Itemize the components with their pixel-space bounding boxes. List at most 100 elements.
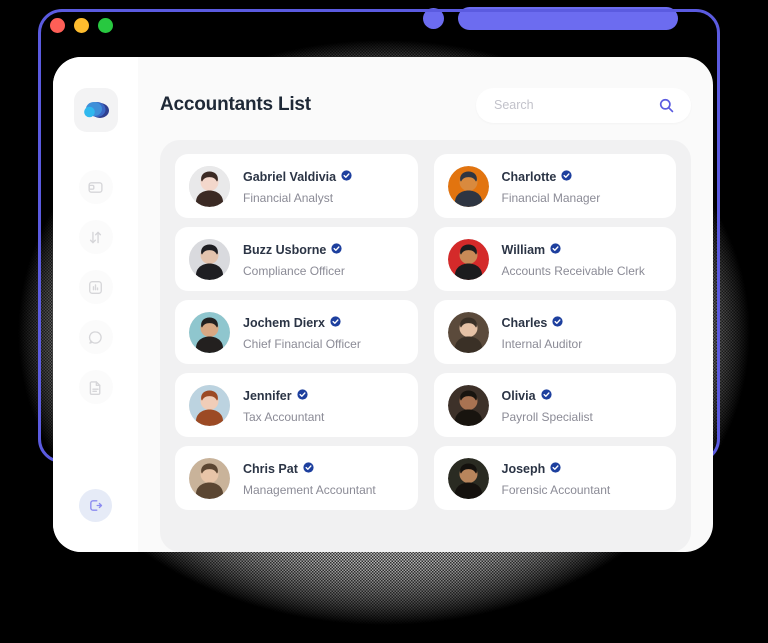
accountant-card[interactable]: Charlotte Financial Manager [433,154,676,218]
verified-badge-icon [550,460,561,478]
accountant-meta: Joseph Forensic Accountant [502,460,611,497]
accountant-card[interactable]: Chris Pat Management Accountant [175,446,418,510]
verified-badge-icon [341,168,352,186]
accountant-name-row: Joseph [502,460,611,478]
logout-button[interactable] [79,489,112,522]
avatar [189,384,230,426]
accountant-role: Payroll Specialist [501,409,593,424]
main-content: Accountants List Gabriel Valdivia Financi… [138,57,713,552]
verified-badge-icon [561,168,572,186]
document-icon [89,380,101,395]
page-topbar: Accountants List [160,85,691,125]
avatar [447,311,489,353]
accountant-meta: Olivia Payroll Specialist [502,387,593,424]
accountants-grid: Gabriel Valdivia Financial Analyst Charlot… [175,154,676,510]
sidebar-item-reports[interactable] [78,270,113,304]
verified-badge-icon [552,314,563,332]
traffic-lights [50,18,113,33]
search-input[interactable] [476,98,641,112]
sidebar-nav [78,170,113,404]
accountant-card[interactable]: Gabriel Valdivia Financial Analyst [175,154,418,218]
accountant-name: Jochem Dierx [243,315,325,330]
chrome-accent-circle [423,8,444,29]
avatar [189,311,230,353]
accountant-name-row: Charles [502,314,583,332]
avatar [447,238,489,280]
accountant-name: Gabriel Valdivia [243,169,337,184]
accountant-card[interactable]: Buzz Usborne Compliance Officer [175,227,418,291]
accountant-meta: Buzz Usborne Compliance Officer [243,241,345,278]
verified-badge-icon [330,314,341,332]
accountant-role: Chief Financial Officer [243,336,361,351]
cloud-logo [73,88,118,132]
accountant-meta: Gabriel Valdivia Financial Analyst [243,168,352,205]
accountant-meta: Jennifer Tax Accountant [243,387,324,424]
accountant-name: Buzz Usborne [243,242,327,257]
accountant-role: Financial Analyst [243,190,334,205]
accountant-name: William [501,242,546,257]
accountant-role: Financial Manager [501,190,601,205]
sidebar [53,57,138,552]
accountant-card[interactable]: Olivia Payroll Specialist [433,373,676,437]
accountant-name: Chris Pat [243,461,298,476]
wallet-icon [88,181,103,193]
avatar [189,457,230,499]
avatar [447,165,489,207]
minimize-window-button[interactable] [74,18,89,33]
logout-icon [90,500,103,511]
accountant-role: Forensic Accountant [501,482,611,497]
accountant-name-row: Jennifer [243,387,324,405]
accountant-name-row: Chris Pat [243,460,376,478]
chart-icon [89,280,102,294]
accountant-role: Accounts Receivable Clerk [501,263,645,278]
accountant-name-row: Jochem Dierx [243,314,361,332]
screenshot-stage: Accountants List Gabriel Valdivia Financi… [0,0,768,643]
accountant-name-row: Gabriel Valdivia [243,168,352,186]
verified-badge-icon [297,387,308,405]
accountant-role: Compliance Officer [243,263,345,278]
search-icon[interactable] [658,97,675,119]
sidebar-item-messages[interactable] [78,320,113,354]
accountant-role: Management Accountant [243,482,376,497]
accountant-name-row: William [502,241,645,259]
accountant-card[interactable]: Jochem Dierx Chief Financial Officer [175,300,418,364]
app-window: Accountants List Gabriel Valdivia Financi… [53,57,713,552]
verified-badge-icon [303,460,314,478]
accountant-meta: Charles Internal Auditor [502,314,583,351]
accountants-panel: Gabriel Valdivia Financial Analyst Charlot… [160,140,691,552]
avatar [189,165,230,207]
verified-badge-icon [550,241,561,259]
accountant-name: Charles [501,315,548,330]
accountant-name: Jennifer [243,388,292,403]
transfer-icon [89,231,102,243]
accountant-name-row: Charlotte [502,168,601,186]
page-title: Accountants List [160,94,311,115]
verified-badge-icon [540,387,552,405]
accountant-role: Tax Accountant [243,409,325,424]
close-window-button[interactable] [50,18,65,33]
accountant-meta: Jochem Dierx Chief Financial Officer [243,314,361,351]
sidebar-item-wallet[interactable] [78,170,113,204]
accountant-meta: William Accounts Receivable Clerk [502,241,645,278]
accountant-name-row: Buzz Usborne [243,241,345,259]
accountant-name: Joseph [501,461,546,476]
accountant-meta: Chris Pat Management Accountant [243,460,376,497]
avatar [447,384,489,426]
accountant-card[interactable]: Joseph Forensic Accountant [433,446,676,510]
avatar [189,238,230,280]
verified-badge-icon [331,241,342,259]
chat-icon [88,330,102,344]
search-box[interactable] [476,87,691,123]
chrome-accent-pill [458,7,678,30]
accountant-card[interactable]: Jennifer Tax Accountant [175,373,418,437]
sidebar-item-documents[interactable] [78,370,113,404]
accountant-name: Charlotte [501,169,557,184]
accountant-meta: Charlotte Financial Manager [502,168,601,205]
maximize-window-button[interactable] [98,18,113,33]
accountant-name: Olivia [501,388,536,403]
accountant-name-row: Olivia [502,387,593,405]
accountant-card[interactable]: Charles Internal Auditor [433,300,676,364]
sidebar-item-transfers[interactable] [78,220,113,254]
accountant-card[interactable]: William Accounts Receivable Clerk [433,227,676,291]
accountant-role: Internal Auditor [501,336,583,351]
